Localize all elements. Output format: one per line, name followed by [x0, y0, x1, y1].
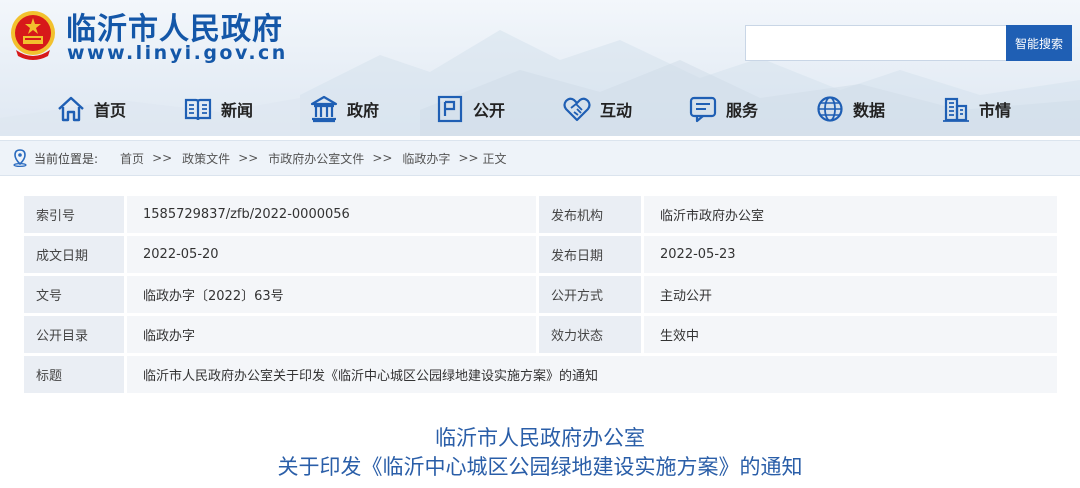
city-building-icon — [941, 94, 971, 124]
national-emblem-logo — [11, 11, 55, 60]
nav-label: 公开 — [473, 101, 506, 120]
field-value: 临沂市政府办公室 — [644, 196, 1057, 233]
breadcrumb-prefix: 当前位置是: — [34, 151, 99, 166]
nav-label: 服务 — [726, 101, 759, 120]
main-nav: 首页 新闻 政府 公开 互动 服务 数据 市情 — [0, 88, 1080, 130]
breadcrumb-separator: >> — [152, 151, 173, 165]
document-icon — [435, 94, 465, 124]
nav-item-government[interactable]: 政府 — [309, 88, 379, 130]
nav-item-city[interactable]: 市情 — [941, 88, 1011, 130]
nav-item-data[interactable]: 数据 — [815, 88, 885, 130]
field-label: 公开方式 — [539, 276, 641, 313]
nav-item-home[interactable]: 首页 — [56, 88, 126, 130]
field-label: 效力状态 — [539, 316, 641, 353]
location-pin-icon — [13, 149, 27, 167]
field-value: 主动公开 — [644, 276, 1057, 313]
breadcrumb-separator: >> — [458, 151, 479, 165]
table-row: 标题 临沂市人民政府办公室关于印发《临沂中心城区公园绿地建设实施方案》的通知 — [24, 356, 1057, 393]
field-value: 2022-05-23 — [644, 236, 1057, 273]
breadcrumb-separator: >> — [372, 151, 393, 165]
search-box — [745, 25, 1007, 61]
site-url[interactable]: www.linyi.gov.cn — [67, 42, 288, 64]
nav-label: 政府 — [347, 101, 380, 120]
nav-label: 新闻 — [221, 101, 254, 120]
nav-label: 互动 — [600, 101, 633, 120]
breadcrumb-link-home[interactable]: 首页 — [120, 150, 144, 167]
field-value: 1585729837/zfb/2022-0000056 — [127, 196, 536, 233]
document-subject: 关于印发《临沂中心城区公园绿地建设实施方案》的通知 — [277, 455, 803, 479]
breadcrumb-current: 正文 — [482, 151, 507, 166]
field-value: 生效中 — [644, 316, 1057, 353]
document-heading: 临沂市人民政府办公室 关于印发《临沂中心城区公园绿地建设实施方案》的通知 — [0, 424, 1080, 482]
nav-item-news[interactable]: 新闻 — [183, 88, 253, 130]
table-row: 文号 临政办字〔2022〕63号 公开方式 主动公开 — [24, 276, 1057, 313]
nav-label: 市情 — [979, 101, 1012, 120]
table-row: 索引号 1585729837/zfb/2022-0000056 发布机构 临沂市… — [24, 196, 1057, 233]
field-label: 文号 — [24, 276, 124, 313]
nav-item-open[interactable]: 公开 — [435, 88, 505, 130]
field-label: 成文日期 — [24, 236, 124, 273]
breadcrumb: 当前位置是: 首页 >> 政策文件 >> 市政府办公室文件 >> 临政办字 >>… — [0, 140, 1080, 176]
field-value: 临政办字 — [127, 316, 536, 353]
globe-icon — [815, 94, 845, 124]
nav-label: 数据 — [853, 101, 886, 120]
nav-item-interact[interactable]: 互动 — [562, 88, 632, 130]
nav-item-service[interactable]: 服务 — [688, 88, 758, 130]
breadcrumb-separator: >> — [238, 151, 259, 165]
breadcrumb-link-category[interactable]: 临政办字 — [402, 150, 450, 167]
site-header: 临沂市人民政府 www.linyi.gov.cn 智能搜索 首页 新闻 政府 公… — [0, 0, 1080, 136]
field-label: 发布机构 — [539, 196, 641, 233]
newspaper-icon — [183, 94, 213, 124]
field-label: 索引号 — [24, 196, 124, 233]
search-button[interactable]: 智能搜索 — [1006, 25, 1072, 61]
document-issuer: 临沂市人民政府办公室 — [435, 426, 645, 450]
document-info-table: 索引号 1585729837/zfb/2022-0000056 发布机构 临沂市… — [24, 193, 1057, 396]
field-label: 标题 — [24, 356, 124, 393]
field-label: 发布日期 — [539, 236, 641, 273]
field-value: 2022-05-20 — [127, 236, 536, 273]
breadcrumb-link-policy[interactable]: 政策文件 — [182, 150, 230, 167]
field-value: 临政办字〔2022〕63号 — [127, 276, 536, 313]
breadcrumb-link-office-docs[interactable]: 市政府办公室文件 — [268, 150, 364, 167]
table-row: 成文日期 2022-05-20 发布日期 2022-05-23 — [24, 236, 1057, 273]
document-title-value: 临沂市人民政府办公室关于印发《临沂中心城区公园绿地建设实施方案》的通知 — [127, 356, 1057, 393]
government-building-icon — [309, 94, 339, 124]
nav-label: 首页 — [94, 101, 127, 120]
handshake-icon — [562, 94, 592, 124]
table-row: 公开目录 临政办字 效力状态 生效中 — [24, 316, 1057, 353]
home-icon — [56, 94, 86, 124]
message-icon — [688, 94, 718, 124]
search-input[interactable] — [746, 26, 1006, 60]
field-label: 公开目录 — [24, 316, 124, 353]
